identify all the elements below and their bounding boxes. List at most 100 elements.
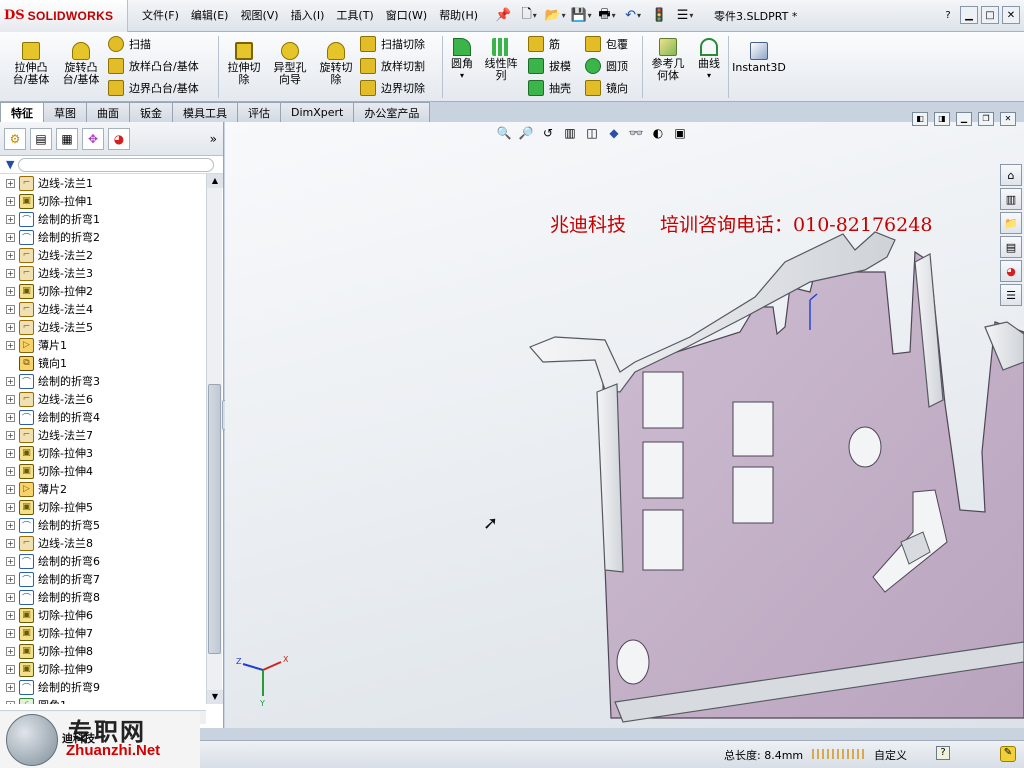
- view-settings-icon[interactable]: ▣: [671, 124, 689, 142]
- boundary-cut-button[interactable]: 边界切除: [360, 78, 425, 98]
- tree-item[interactable]: + ▷ 薄片1: [0, 336, 206, 354]
- feature-manager-tab-icon[interactable]: ⚙: [4, 127, 26, 150]
- expand-toggle-icon[interactable]: +: [6, 178, 15, 188]
- extruded-boss-button[interactable]: 拉伸凸 台/基体: [8, 42, 54, 86]
- sweep-button[interactable]: 扫描: [108, 34, 151, 54]
- tree-item[interactable]: + ⌒ 绘制的折弯3: [0, 372, 206, 390]
- tree-item[interactable]: + ⌒ 绘制的折弯5: [0, 516, 206, 534]
- tree-item[interactable]: + ⌒ 绘制的折弯1: [0, 210, 206, 228]
- tab-office-products[interactable]: 办公室产品: [353, 102, 431, 122]
- expand-toggle-icon[interactable]: +: [6, 502, 15, 512]
- home-icon[interactable]: ⌂: [1000, 164, 1022, 186]
- tab-mold-tools[interactable]: 模具工具: [172, 102, 238, 122]
- configuration-manager-tab-icon[interactable]: ▦: [56, 127, 78, 150]
- tree-item[interactable]: + ⌒ 绘制的折弯8: [0, 588, 206, 606]
- wrap-button[interactable]: 包覆: [585, 34, 628, 54]
- tree-item[interactable]: + ▣ 切除-拉伸3: [0, 444, 206, 462]
- tree-item[interactable]: + ⌐ 边线-法兰7: [0, 426, 206, 444]
- tree-item[interactable]: + ⌒ 绘制的折弯4: [0, 408, 206, 426]
- curves-button[interactable]: 曲线 ▾: [692, 38, 726, 82]
- tree-item[interactable]: + ⌐ 边线-法兰3: [0, 264, 206, 282]
- curves-dropdown-icon[interactable]: ▾: [692, 70, 726, 82]
- appearances-icon[interactable]: ◕: [1000, 260, 1022, 282]
- tab-surfaces[interactable]: 曲面: [86, 102, 130, 122]
- tree-item[interactable]: + ⌐ 边线-法兰5: [0, 318, 206, 336]
- zoom-to-area-icon[interactable]: 🔎: [517, 124, 535, 142]
- expand-toggle-icon[interactable]: +: [6, 556, 15, 566]
- print-icon[interactable]: 🖶: [596, 5, 618, 27]
- tree-item[interactable]: + ▣ 切除-拉伸6: [0, 606, 206, 624]
- maximize-button[interactable]: □: [981, 6, 999, 24]
- extruded-cut-button[interactable]: 拉伸切 除: [222, 42, 266, 86]
- menu-window[interactable]: 窗口(W): [380, 0, 433, 32]
- tab-dimxpert[interactable]: DimXpert: [280, 102, 355, 122]
- expand-toggle-icon[interactable]: +: [6, 286, 15, 296]
- tree-item[interactable]: + ⌐ 边线-法兰8: [0, 534, 206, 552]
- scroll-down-icon[interactable]: ▼: [207, 690, 223, 704]
- lofted-cut-button[interactable]: 放样切割: [360, 56, 425, 76]
- expand-toggle-icon[interactable]: +: [6, 448, 15, 458]
- tree-item[interactable]: + ⌐ 边线-法兰4: [0, 300, 206, 318]
- expand-toggle-icon[interactable]: +: [6, 232, 15, 242]
- expand-toggle-icon[interactable]: +: [6, 340, 15, 350]
- menu-insert[interactable]: 插入(I): [285, 0, 331, 32]
- pushpin-icon[interactable]: 📌: [492, 5, 514, 27]
- tree-item[interactable]: + ▣ 切除-拉伸7: [0, 624, 206, 642]
- expand-toggle-icon[interactable]: +: [6, 520, 15, 530]
- fillet-button[interactable]: 圆角 ▾: [446, 38, 478, 82]
- tree-item[interactable]: + ▣ 切除-拉伸8: [0, 642, 206, 660]
- tree-item[interactable]: + ⌐ 边线-法兰2: [0, 246, 206, 264]
- tip-bulb-icon[interactable]: ✎: [1000, 746, 1016, 762]
- tile-alt-icon[interactable]: ◨: [934, 112, 950, 126]
- revolved-cut-button[interactable]: 旋转切 除: [314, 42, 358, 86]
- reference-geometry-button[interactable]: 参考几 何体: [646, 38, 690, 82]
- expand-toggle-icon[interactable]: +: [6, 682, 15, 692]
- filter-input[interactable]: [18, 157, 215, 172]
- previous-view-icon[interactable]: ↺: [539, 124, 557, 142]
- tree-vertical-scrollbar[interactable]: ▲ ▼: [206, 174, 223, 704]
- zoom-to-fit-icon[interactable]: 🔍: [495, 124, 513, 142]
- tree-item[interactable]: + ▣ 切除-拉伸4: [0, 462, 206, 480]
- dimxpert-manager-tab-icon[interactable]: ✥: [82, 127, 104, 150]
- close-button[interactable]: ✕: [1002, 6, 1020, 24]
- shell-button[interactable]: 抽壳: [528, 78, 571, 98]
- tree-item[interactable]: + ▣ 切除-拉伸9: [0, 660, 206, 678]
- expand-toggle-icon[interactable]: +: [6, 376, 15, 386]
- expand-toggle-icon[interactable]: +: [6, 574, 15, 584]
- menu-view[interactable]: 视图(V): [234, 0, 284, 32]
- mirror-button[interactable]: 镜向: [585, 78, 628, 98]
- view-orientation-icon[interactable]: ◫: [583, 124, 601, 142]
- swept-cut-button[interactable]: 扫描切除: [360, 34, 425, 54]
- undo-icon[interactable]: ↶: [622, 5, 644, 27]
- scroll-thumb[interactable]: [208, 384, 221, 654]
- tree-item[interactable]: + ⌒ 绘制的折弯2: [0, 228, 206, 246]
- boundary-boss-button[interactable]: 边界凸台/基体: [108, 78, 199, 98]
- design-library-icon[interactable]: ▥: [1000, 188, 1022, 210]
- rebuild-icon[interactable]: 🚦: [648, 5, 670, 27]
- doc-close-button[interactable]: ✕: [1000, 112, 1016, 126]
- unit-system-selector[interactable]: 自定义: [874, 747, 907, 763]
- doc-restore-button[interactable]: ❐: [978, 112, 994, 126]
- expand-toggle-icon[interactable]: +: [6, 430, 15, 440]
- minimize-button[interactable]: ▁: [960, 6, 978, 24]
- open-folder-icon[interactable]: 📂: [544, 5, 566, 27]
- menu-file[interactable]: 文件(F): [136, 0, 185, 32]
- tree-item[interactable]: + ⌒ 绘制的折弯7: [0, 570, 206, 588]
- tree-item[interactable]: + ▣ 切除-拉伸5: [0, 498, 206, 516]
- tree-item[interactable]: + ▣ 切除-拉伸2: [0, 282, 206, 300]
- tree-item[interactable]: + ⌐ 边线-法兰1: [0, 174, 206, 192]
- doc-minimize-button[interactable]: ▁: [956, 112, 972, 126]
- tab-features[interactable]: 特征: [0, 102, 44, 123]
- expand-toggle-icon[interactable]: +: [6, 214, 15, 224]
- expand-toggle-icon[interactable]: +: [6, 628, 15, 638]
- dome-button[interactable]: 圆顶: [585, 56, 628, 76]
- section-view-icon[interactable]: ▥: [561, 124, 579, 142]
- expand-toggle-icon[interactable]: +: [6, 484, 15, 494]
- fillet-dropdown-icon[interactable]: ▾: [446, 70, 478, 82]
- revolved-boss-button[interactable]: 旋转凸 台/基体: [58, 42, 104, 86]
- tab-sketch[interactable]: 草图: [43, 102, 87, 122]
- view-palette-icon[interactable]: ▤: [1000, 236, 1022, 258]
- draft-button[interactable]: 拔模: [528, 56, 571, 76]
- expand-toggle-icon[interactable]: +: [6, 196, 15, 206]
- display-style-icon[interactable]: ◆: [605, 124, 623, 142]
